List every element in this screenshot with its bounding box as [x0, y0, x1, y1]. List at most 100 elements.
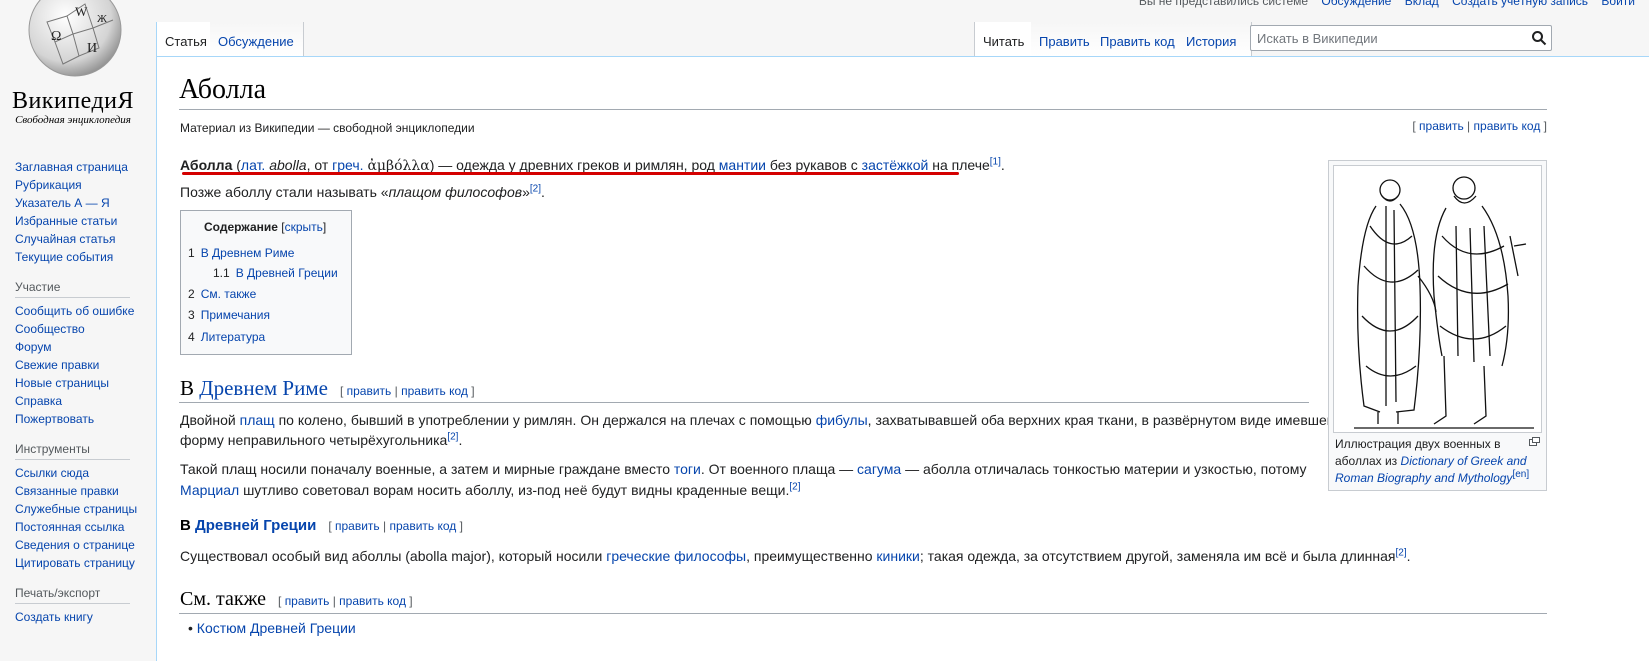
edit-link[interactable]: править	[347, 384, 392, 398]
sidebar-item-current-events[interactable]: Текущие события	[15, 248, 155, 266]
toga-link[interactable]: тоги	[674, 461, 701, 477]
sidebar-item-permanent-link[interactable]: Постоянная ссылка	[15, 518, 155, 536]
personal-contributions-link[interactable]: Вклад	[1405, 0, 1439, 8]
martial-link[interactable]: Марциал	[180, 482, 239, 498]
toc-title-row: Содержание [скрыть]	[204, 220, 327, 234]
rome-link[interactable]: Древнем Риме	[199, 376, 328, 400]
clasp-link[interactable]: застёжкой	[862, 157, 929, 173]
section-divider	[179, 613, 1547, 614]
toc-item[interactable]: 1В Древнем Риме	[188, 245, 294, 261]
table-of-contents: Содержание [скрыть] 1В Древнем Риме 1.1 В…	[180, 210, 352, 355]
sidebar-item-categories[interactable]: Рубрикация	[15, 176, 155, 194]
globe-letter: Ω	[51, 29, 61, 44]
cynics-link[interactable]: киники	[876, 548, 919, 564]
two-soldiers-illustration	[1354, 176, 1534, 429]
sidebar-heading-print: Печать/экспорт	[15, 586, 130, 604]
logo-tagline: Свободная энциклопедия	[15, 114, 131, 126]
sagum-link[interactable]: сагума	[857, 461, 901, 477]
edit-link[interactable]: править	[285, 594, 330, 608]
thumbnail-caption: Иллюстрация двух военных в аболлах из Dic…	[1335, 437, 1530, 485]
section-divider	[179, 402, 1309, 403]
ref-link[interactable]: [2]	[530, 183, 541, 194]
paragraph: Такой плащ носили поначалу военные, а за…	[180, 461, 1307, 477]
sidebar-item-help[interactable]: Справка	[15, 392, 155, 410]
globe-letter: Ж	[97, 13, 107, 25]
cloak-link[interactable]: плащ	[240, 412, 275, 428]
sidebar-item-report-error[interactable]: Сообщить об ошибке	[15, 302, 155, 320]
illustration-image[interactable]	[1333, 165, 1542, 433]
ref-link[interactable]: [2]	[1396, 547, 1407, 558]
create-account-link[interactable]: Создать учётную запись	[1452, 0, 1588, 8]
sidebar-item-what-links-here[interactable]: Ссылки сюда	[15, 464, 155, 482]
edit-source-link[interactable]: править код	[339, 594, 406, 608]
sidebar-item-related-changes[interactable]: Связанные правки	[15, 482, 155, 500]
fibula-link[interactable]: фибулы	[816, 412, 868, 428]
sidebar-item-donate[interactable]: Пожертвовать	[15, 410, 155, 428]
site-subtitle: Материал из Википедии — свободной энцикл…	[180, 121, 475, 135]
toc-item[interactable]: 2 См. также	[188, 286, 256, 302]
sidebar-heading-participation: Участие	[15, 280, 130, 298]
greek-philosophers-link[interactable]: греческие философы	[606, 548, 746, 564]
paragraph: форму неправильного четырёхугольника[2].	[180, 431, 463, 448]
tab-read[interactable]: Читать	[974, 22, 1032, 56]
sidebar-item-new-pages[interactable]: Новые страницы	[15, 374, 155, 392]
ref-link[interactable]: [2]	[789, 481, 800, 492]
sidebar-item-recent-changes[interactable]: Свежие правки	[15, 356, 155, 374]
sidebar-item-index[interactable]: Указатель А — Я	[15, 194, 155, 212]
mantle-link[interactable]: мантии	[719, 157, 766, 173]
paragraph: Существовал особый вид аболлы (abolla ma…	[180, 547, 1411, 564]
logo-wordmark: ВикипедиЯ	[11, 88, 135, 114]
login-link[interactable]: Войти	[1601, 0, 1635, 8]
ref-link[interactable]: [2]	[447, 431, 458, 442]
edit-source-link[interactable]: править код	[389, 519, 456, 533]
lead-paragraph-2: Позже аболлу стали называть «плащом фило…	[180, 183, 545, 200]
ref-link[interactable]: [1]	[990, 156, 1001, 167]
lang-lat-link[interactable]: лат.	[241, 157, 265, 173]
sidebar-item-create-book[interactable]: Создать книгу	[15, 608, 155, 626]
paragraph: Марциал шутливо советовал ворам носить а…	[180, 481, 801, 498]
wikipedia-globe-icon: Ω W И Ж	[28, 0, 122, 77]
site-logo[interactable]: Ω W И Ж ВикипедиЯ Свободная энциклопедия	[0, 0, 160, 140]
sidebar-item-page-info[interactable]: Сведения о странице	[15, 536, 155, 554]
toc-hide-link[interactable]: скрыть	[285, 220, 323, 234]
lead-term: Аболла	[180, 157, 233, 173]
edit-link[interactable]: править	[335, 519, 380, 533]
personal-talk-link[interactable]: Обсуждение	[1321, 0, 1391, 8]
sidebar-item-featured[interactable]: Избранные статьи	[15, 212, 155, 230]
lang-greek-link[interactable]: греч.	[332, 157, 363, 173]
sidebar-item-cite[interactable]: Цитировать страницу	[15, 554, 155, 572]
toc-item[interactable]: 4 Литература	[188, 329, 265, 345]
see-also-link[interactable]: Костюм Древней Греции	[197, 620, 356, 636]
section-heading-see-also: См. также[ править | править код ]	[180, 588, 413, 610]
sidebar-item-community[interactable]: Сообщество	[15, 320, 155, 338]
greece-link[interactable]: Древней Греции	[195, 517, 316, 534]
en-link[interactable]: [en]	[1512, 469, 1529, 480]
page-title: Аболла	[179, 74, 267, 105]
toc-title: Содержание	[204, 220, 278, 234]
sidebar-item-special-pages[interactable]: Служебные страницы	[15, 500, 155, 518]
tab-talk[interactable]: Обсуждение	[210, 22, 304, 56]
sidebar-item-random[interactable]: Случайная статья	[15, 230, 155, 248]
not-logged-in-text: Вы не представились системе	[1138, 0, 1309, 8]
paragraph: Двойной плащ по колено, бывший в употреб…	[180, 412, 1335, 428]
search-input[interactable]	[1251, 26, 1523, 50]
tab-edit[interactable]: Править	[1031, 22, 1098, 56]
globe-letter: И	[87, 41, 97, 56]
tab-history[interactable]: История	[1178, 22, 1252, 56]
search-box	[1250, 25, 1552, 51]
edit-source-link[interactable]: править код	[401, 384, 468, 398]
latin-word: abolla	[269, 157, 307, 173]
section-heading-rome: В Древнем Риме[ править | править код ]	[180, 376, 475, 400]
search-icon[interactable]	[1531, 30, 1547, 46]
toc-item[interactable]: 3 Примечания	[188, 307, 270, 323]
sidebar-item-forum[interactable]: Форум	[15, 338, 155, 356]
sidebar-item-main-page[interactable]: Заглавная страница	[15, 158, 155, 176]
edit-source-link[interactable]: править код	[1474, 119, 1541, 133]
globe-letter: W	[75, 4, 88, 19]
list-item: • Костюм Древней Греции	[188, 620, 356, 636]
toc-item[interactable]: 1.1 В Древней Греции	[213, 265, 338, 281]
tab-edit-source[interactable]: Править код	[1092, 22, 1190, 56]
sidebar-heading-tools: Инструменты	[15, 442, 130, 460]
edit-link[interactable]: править	[1419, 119, 1464, 133]
red-underline-annotation	[182, 172, 959, 175]
